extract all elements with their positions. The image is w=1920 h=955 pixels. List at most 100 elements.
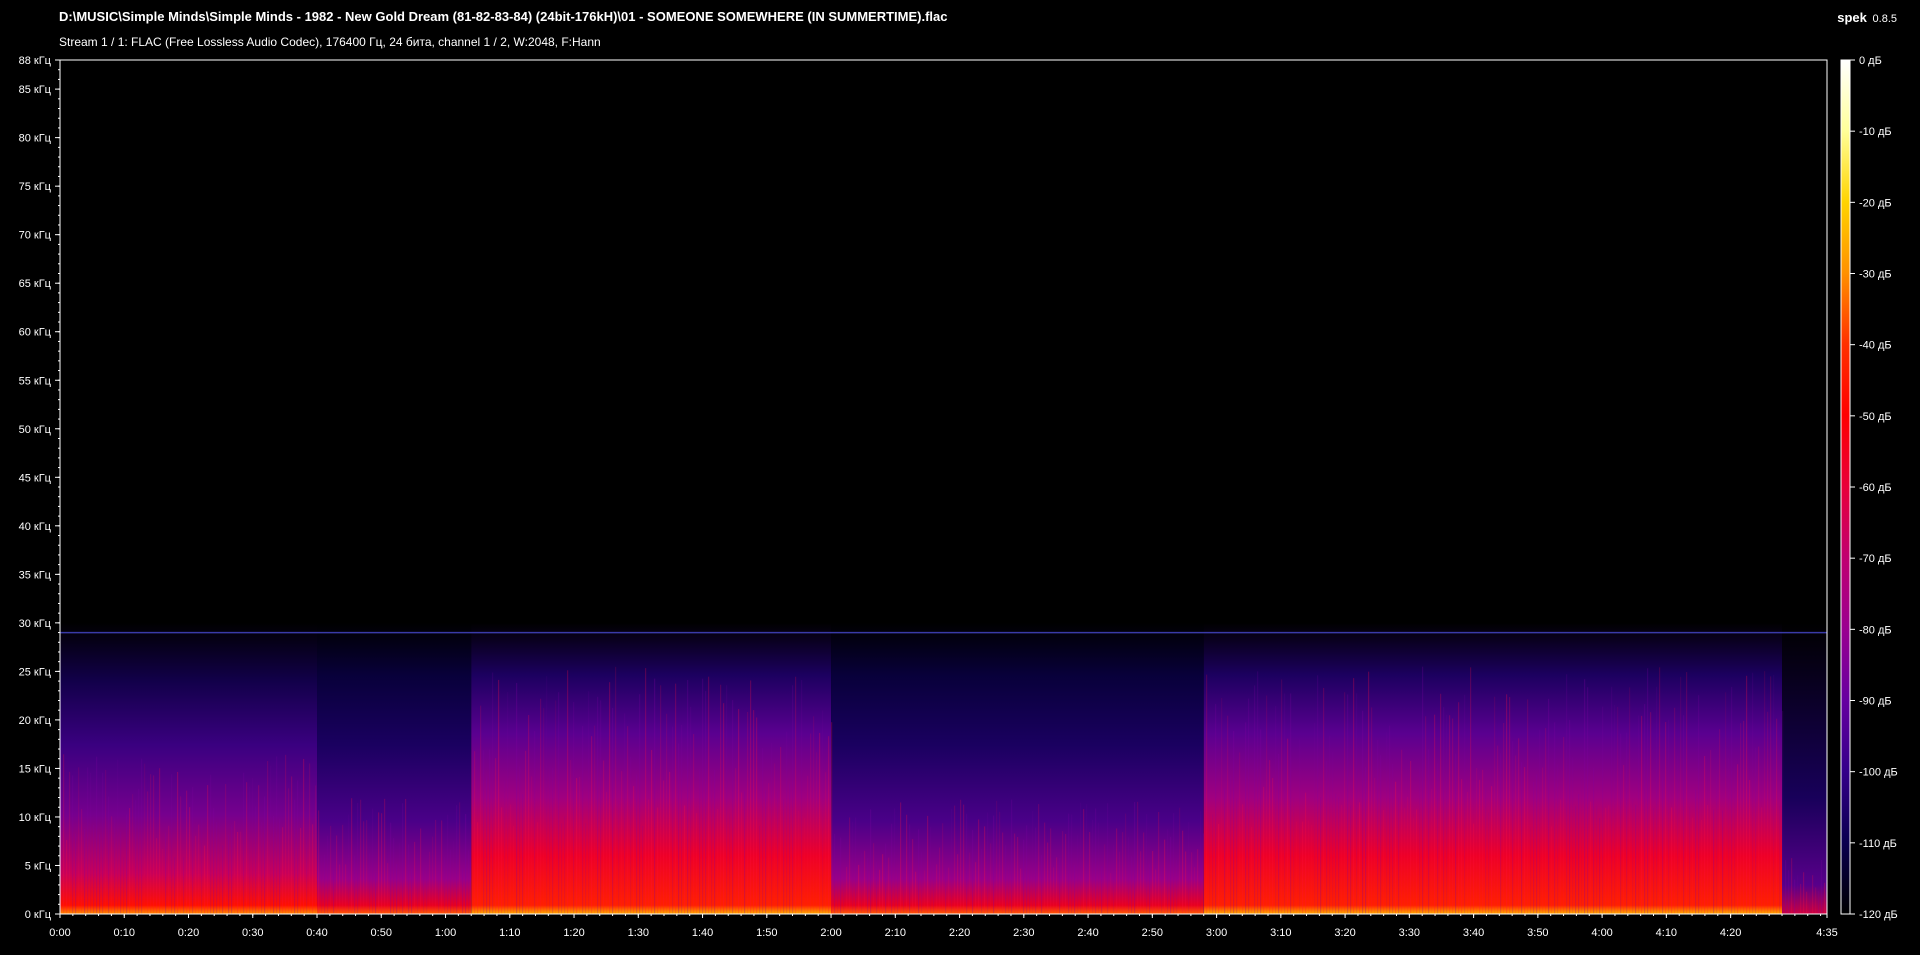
texture-streak: [1776, 718, 1778, 914]
texture-streak: [690, 706, 692, 914]
texture-streak: [1782, 711, 1784, 914]
texture-streak: [483, 750, 485, 914]
texture-streak: [195, 835, 197, 914]
texture-streak: [1266, 695, 1268, 914]
texture-streak: [1707, 804, 1709, 914]
texture-streak: [540, 698, 542, 914]
texture-streak: [1020, 868, 1022, 914]
texture-streak: [447, 814, 449, 914]
texture-streak: [189, 807, 191, 914]
time-tick-label: 3:40: [1463, 927, 1484, 939]
texture-streak: [714, 769, 716, 914]
frequency-tick-label: 60 кГц: [19, 327, 52, 339]
texture-streak: [1137, 801, 1139, 914]
texture-streak: [489, 749, 491, 914]
texture-streak: [1398, 797, 1400, 914]
texture-streak: [1038, 804, 1040, 914]
texture-streak: [1161, 866, 1163, 914]
time-tick-label: 4:00: [1591, 927, 1612, 939]
texture-streak: [1143, 832, 1145, 914]
texture-streak: [450, 849, 452, 914]
texture-streak: [495, 758, 497, 914]
texture-streak: [1110, 873, 1112, 914]
texture-streak: [1383, 809, 1385, 914]
texture-streak: [1092, 819, 1094, 914]
texture-streak: [921, 851, 923, 914]
texture-streak: [984, 826, 986, 914]
texture-streak: [249, 786, 251, 914]
texture-streak: [765, 790, 767, 914]
texture-streak: [1014, 833, 1016, 914]
texture-streak: [1098, 822, 1100, 914]
texture-streak: [1425, 716, 1427, 914]
texture-streak: [321, 856, 323, 914]
texture-streak: [90, 772, 92, 914]
texture-streak: [903, 848, 905, 914]
texture-streak: [936, 864, 938, 914]
texture-streak: [741, 792, 743, 914]
texture-streak: [1029, 869, 1031, 914]
texture-streak: [1185, 851, 1187, 914]
texture-streak: [1668, 720, 1670, 914]
texture-streak: [1569, 719, 1571, 914]
texture-streak: [1725, 692, 1727, 914]
texture-streak: [651, 750, 653, 914]
texture-streak: [1695, 789, 1697, 914]
texture-streak: [624, 713, 626, 914]
texture-streak: [594, 725, 596, 914]
time-tick-label: 2:40: [1077, 927, 1098, 939]
texture-streak: [1602, 706, 1604, 914]
texture-streak: [1365, 767, 1367, 914]
texture-streak: [1272, 778, 1274, 914]
texture-streak: [162, 848, 164, 914]
texture-streak: [570, 760, 572, 914]
texture-streak: [963, 804, 965, 914]
texture-streak: [1485, 785, 1487, 914]
texture-streak: [1728, 757, 1730, 914]
texture-streak: [1785, 860, 1787, 914]
texture-streak: [1800, 883, 1802, 914]
texture-streak: [1743, 720, 1745, 914]
texture-streak: [228, 835, 230, 914]
db-tick-label: -20 дБ: [1859, 197, 1892, 209]
texture-streak: [1314, 722, 1316, 914]
texture-streak: [1461, 779, 1463, 914]
texture-streak: [1086, 804, 1088, 914]
texture-streak: [1644, 704, 1646, 914]
texture-streak: [666, 713, 668, 914]
texture-streak: [258, 785, 260, 914]
texture-streak: [468, 850, 470, 914]
texture-streak: [408, 844, 410, 914]
texture-streak: [915, 871, 917, 914]
spectrogram-plot: [59, 59, 1828, 915]
texture-streak: [807, 775, 809, 914]
frequency-tick-label: 40 кГц: [19, 521, 52, 533]
texture-streak: [789, 783, 791, 914]
texture-streak: [1692, 817, 1694, 914]
texture-streak: [213, 808, 215, 914]
texture-streak: [153, 775, 155, 914]
texture-streak: [1764, 671, 1766, 914]
texture-streak: [141, 758, 143, 914]
texture-streak: [1416, 809, 1418, 914]
texture-streak: [1050, 828, 1052, 914]
texture-streak: [525, 750, 527, 914]
texture-streak: [1017, 836, 1019, 914]
texture-streak: [300, 827, 302, 914]
texture-streak: [828, 736, 830, 914]
texture-streak: [252, 777, 254, 914]
frequency-axis: 0 кГц 5 кГц 10 кГц 15 кГц 20 кГц 25 кГц 30 кГц…: [19, 55, 60, 921]
texture-streak: [972, 830, 974, 914]
texture-streak: [678, 743, 680, 914]
texture-streak: [987, 812, 989, 914]
texture-streak: [1455, 753, 1457, 914]
texture-streak: [1734, 763, 1736, 914]
texture-streak: [1155, 869, 1157, 914]
texture-streak: [1665, 722, 1667, 914]
texture-streak: [1176, 859, 1178, 914]
texture-streak: [978, 819, 980, 914]
texture-streak: [1818, 890, 1820, 914]
texture-streak: [912, 839, 914, 914]
texture-streak: [63, 754, 65, 914]
time-tick-label: 1:20: [563, 927, 584, 939]
